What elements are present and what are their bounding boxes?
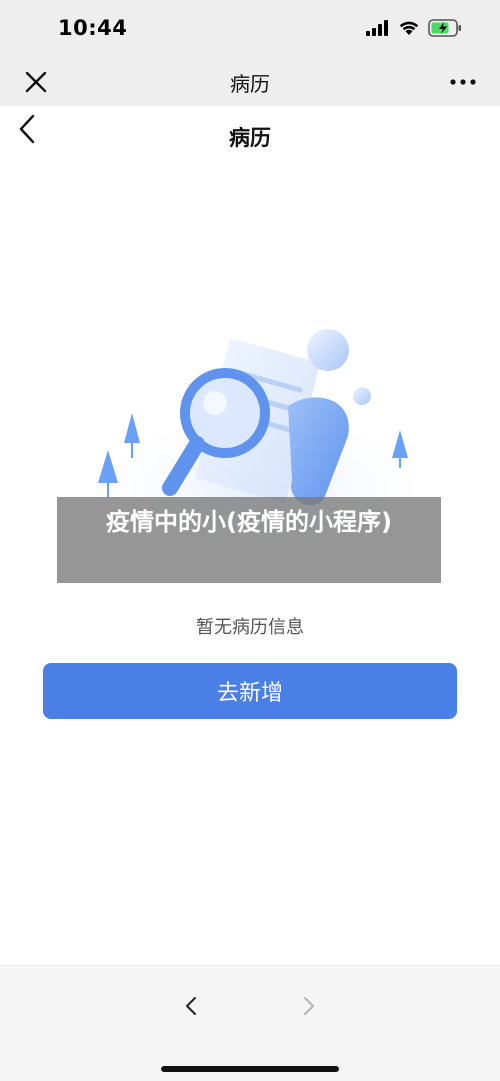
bottom-navigation-bar: [0, 965, 500, 1081]
nav-title: 病历: [230, 72, 270, 96]
wifi-icon: [399, 21, 419, 35]
forward-arrow-icon[interactable]: [298, 992, 320, 1020]
back-arrow-icon[interactable]: [180, 992, 202, 1020]
add-record-button[interactable]: 去新增: [43, 663, 457, 719]
signal-icon: [366, 20, 388, 36]
more-icon[interactable]: [448, 68, 478, 96]
mini-program-nav-bar: 病历: [0, 58, 500, 106]
page-title: 病历: [229, 126, 271, 150]
status-bar: 10:44: [0, 0, 500, 58]
home-indicator[interactable]: [161, 1066, 339, 1072]
battery-charging-icon: [428, 19, 461, 37]
status-time: 10:44: [58, 16, 128, 40]
overlay-text: 疫情中的小(疫情的小程序): [106, 508, 392, 536]
status-icons: [366, 19, 462, 37]
empty-state-message: 暂无病历信息: [196, 617, 304, 638]
overlay-banner: 疫情中的小(疫情的小程序): [57, 497, 441, 583]
